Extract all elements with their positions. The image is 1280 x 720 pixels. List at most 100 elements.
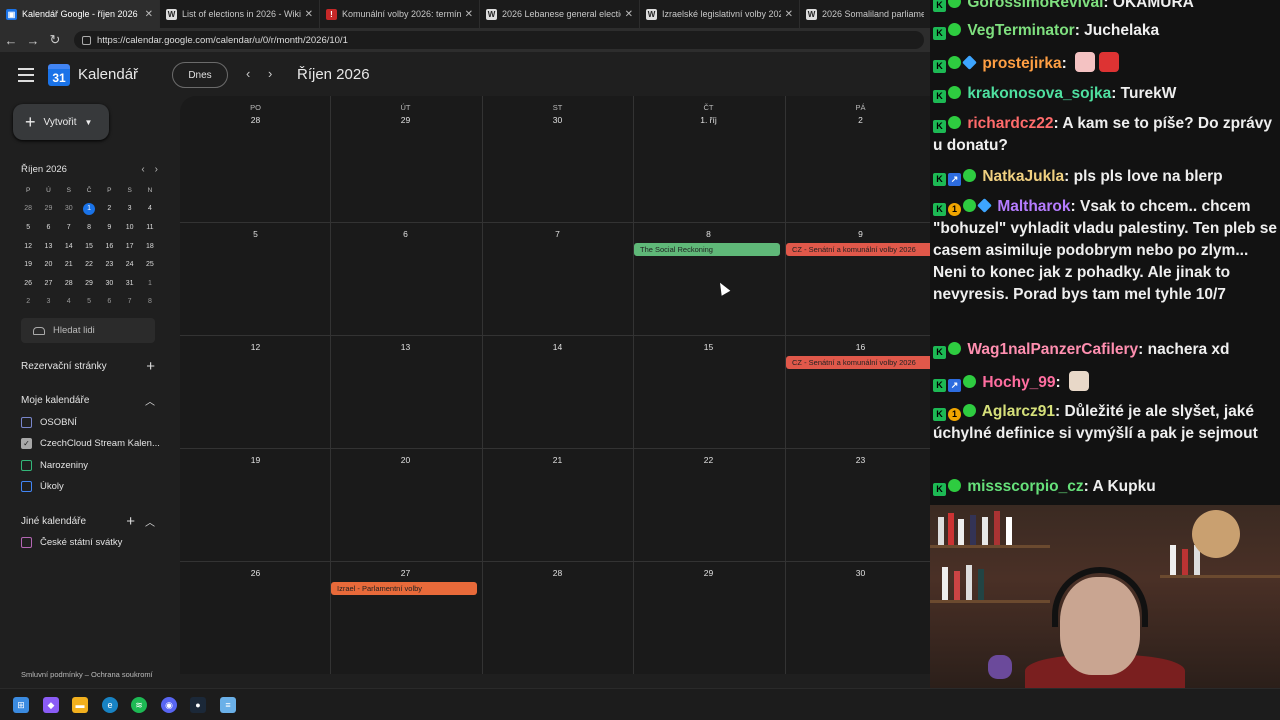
mini-day[interactable]: 28 — [59, 274, 79, 293]
mini-day[interactable]: 25 — [140, 255, 160, 274]
mini-day[interactable]: 5 — [79, 293, 99, 312]
calendar-item-statni-svatky[interactable]: České státní svátky — [21, 537, 161, 548]
spotify-icon[interactable]: ≋ — [131, 697, 147, 713]
copilot-icon[interactable]: ◆ — [43, 697, 59, 713]
mini-day[interactable]: 30 — [99, 274, 119, 293]
tab-elections-list[interactable]: WList of elections in 2026 - Wikipedia✕ — [160, 0, 320, 28]
day-number[interactable]: 15 — [633, 342, 784, 352]
back-icon[interactable]: ← — [0, 33, 22, 48]
chat-username[interactable]: VegTerminator — [967, 22, 1074, 39]
mini-day[interactable]: 4 — [140, 200, 160, 219]
add-icon[interactable]: + — [126, 513, 135, 530]
edge-icon[interactable]: e — [102, 697, 118, 713]
discord-icon[interactable]: ◉ — [161, 697, 177, 713]
day-number[interactable]: 13 — [330, 342, 481, 352]
calendar-item-ukoly[interactable]: Úkoly — [21, 481, 161, 492]
create-button[interactable]: + Vytvořit ▼ — [13, 104, 109, 140]
mini-day[interactable]: 5 — [18, 218, 38, 237]
chat-username[interactable]: Aglarcz91 — [982, 403, 1055, 420]
mini-day[interactable]: 17 — [119, 237, 139, 256]
tab-lebanese-election[interactable]: W2026 Lebanese general election - W✕ — [480, 0, 640, 28]
file-explorer-icon[interactable]: ▬ — [72, 697, 88, 713]
mini-day[interactable]: 31 — [119, 274, 139, 293]
mini-day[interactable]: 29 — [38, 200, 58, 219]
mini-day[interactable]: 3 — [38, 293, 58, 312]
today-button[interactable]: Dnes — [172, 62, 228, 88]
day-number[interactable]: 7 — [482, 229, 633, 239]
chevron-up-icon[interactable]: ︿ — [145, 518, 155, 529]
mini-day[interactable]: 22 — [79, 255, 99, 274]
day-number[interactable]: 22 — [633, 455, 784, 465]
mini-day[interactable]: 3 — [119, 200, 139, 219]
mini-day[interactable]: 30 — [59, 200, 79, 219]
mini-day[interactable]: 24 — [119, 255, 139, 274]
chat-username[interactable]: missscorpio_cz — [967, 478, 1083, 495]
mini-day[interactable]: 7 — [119, 293, 139, 312]
footer-links[interactable]: Smluvní podmínky – Ochrana soukromí — [21, 670, 153, 679]
mini-day[interactable]: 1 — [140, 274, 160, 293]
mini-day[interactable]: 2 — [18, 293, 38, 312]
day-number[interactable]: 2 — [785, 115, 930, 125]
mini-day[interactable]: 6 — [38, 218, 58, 237]
day-number[interactable]: 19 — [180, 455, 331, 465]
calendar-checkbox[interactable]: ✓ — [21, 438, 32, 449]
my-calendars-section[interactable]: Moje kalendáře ︿ — [21, 393, 155, 408]
event-chip[interactable]: Izrael - Parlamentní volby — [331, 582, 477, 595]
close-icon[interactable]: ✕ — [625, 9, 633, 20]
other-calendars-section[interactable]: Jiné kalendáře + ︿ — [21, 513, 155, 530]
day-number[interactable]: 14 — [482, 342, 633, 352]
tab-komunalni-volby[interactable]: !Komunální volby 2026: termín, kan✕ — [320, 0, 480, 28]
site-info-icon[interactable] — [82, 35, 91, 45]
day-number[interactable]: 30 — [785, 568, 930, 578]
chat-username[interactable]: Hochy_99 — [982, 374, 1055, 391]
url-input[interactable]: https://calendar.google.com/calendar/u/0… — [74, 31, 924, 49]
add-icon[interactable]: + — [146, 358, 155, 375]
day-number[interactable]: 20 — [330, 455, 481, 465]
day-number[interactable]: 5 — [180, 229, 331, 239]
chat-username[interactable]: krakonosova_sojka — [967, 85, 1111, 102]
mini-day[interactable]: 19 — [18, 255, 38, 274]
chat-username[interactable]: NatkaJukla — [982, 168, 1064, 185]
chat-username[interactable]: GorossimoRevival — [967, 0, 1103, 11]
day-number[interactable]: 21 — [482, 455, 633, 465]
day-number[interactable]: 16 — [785, 342, 930, 352]
calendar-checkbox[interactable] — [21, 417, 32, 428]
day-number[interactable]: 26 — [180, 568, 331, 578]
notepad-icon[interactable]: ≡ — [220, 697, 236, 713]
chat-username[interactable]: Wag1nalPanzerCafilery — [967, 341, 1138, 358]
mini-day[interactable]: 6 — [99, 293, 119, 312]
close-icon[interactable]: ✕ — [785, 9, 793, 20]
mini-day[interactable]: 7 — [59, 218, 79, 237]
mini-day[interactable]: 4 — [59, 293, 79, 312]
mini-day[interactable]: 8 — [79, 218, 99, 237]
calendar-item-narozeniny[interactable]: Narozeniny — [21, 460, 161, 471]
mini-day[interactable]: 8 — [140, 293, 160, 312]
tab-somaliland-election[interactable]: W2026 Somaliland parliamentar — [800, 0, 930, 28]
mini-day[interactable]: 20 — [38, 255, 58, 274]
main-menu-icon[interactable] — [18, 68, 34, 82]
event-chip[interactable]: CZ - Senátní a komunální volby 2026 — [786, 243, 930, 256]
mini-prev-icon[interactable]: ‹ — [141, 164, 144, 175]
steam-icon[interactable]: ● — [190, 697, 206, 713]
event-chip[interactable]: CZ - Senátní a komunální volby 2026 — [786, 356, 930, 369]
mini-day[interactable]: 27 — [38, 274, 58, 293]
chevron-up-icon[interactable]: ︿ — [145, 393, 155, 408]
day-number[interactable]: 28 — [482, 568, 633, 578]
tab-israeli-election[interactable]: WIzraelské legislativní volby 2026 - W✕ — [640, 0, 800, 28]
mini-day[interactable]: 21 — [59, 255, 79, 274]
mini-day[interactable]: 18 — [140, 237, 160, 256]
mini-day[interactable]: 9 — [99, 218, 119, 237]
search-people-input[interactable]: Hledat lidi — [21, 318, 155, 343]
mini-day[interactable]: 1 — [83, 202, 96, 215]
chat-username[interactable]: richardcz22 — [967, 115, 1053, 132]
chat-username[interactable]: Maltharok — [997, 198, 1070, 215]
calendar-checkbox[interactable] — [21, 460, 32, 471]
mini-day[interactable]: 12 — [18, 237, 38, 256]
mini-day[interactable]: 23 — [99, 255, 119, 274]
day-number[interactable]: 29 — [633, 568, 784, 578]
previous-month-button[interactable]: ‹ — [246, 66, 250, 81]
windows-start-icon[interactable]: ⊞ — [13, 697, 29, 713]
day-number[interactable]: 8 — [633, 229, 784, 239]
day-number[interactable]: 27 — [330, 568, 481, 578]
calendar-checkbox[interactable] — [21, 481, 32, 492]
